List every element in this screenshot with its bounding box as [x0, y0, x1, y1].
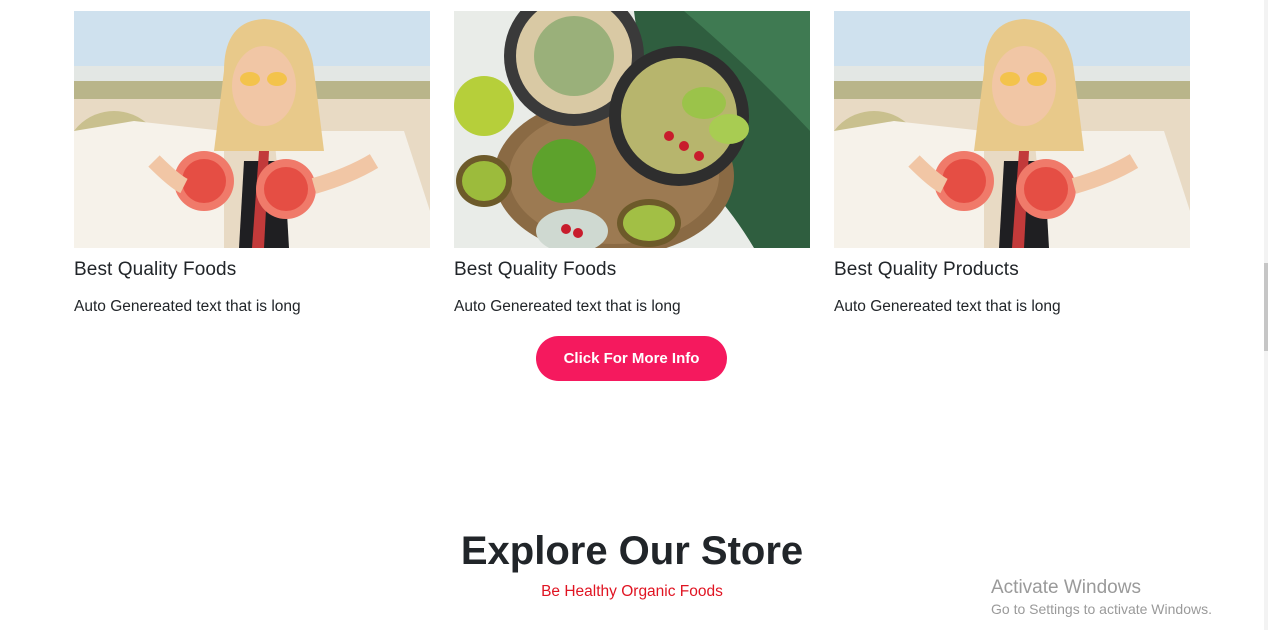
product-card-text: Auto Genereated text that is long — [454, 298, 681, 315]
scrollbar[interactable] — [1264, 0, 1268, 630]
product-cards: Best Quality Foods Auto Genereated text … — [74, 11, 1190, 317]
scrollbar-thumb[interactable] — [1264, 263, 1268, 351]
product-card-title: Best Quality Foods — [74, 259, 237, 280]
product-card: Best Quality Foods Auto Genereated text … — [74, 11, 430, 317]
watermark-subtitle: Go to Settings to activate Windows. — [991, 601, 1212, 617]
more-info-button[interactable]: Click For More Info — [536, 336, 727, 381]
product-card-image — [74, 11, 430, 248]
product-card-image — [454, 11, 810, 248]
product-card-text: Auto Genereated text that is long — [834, 298, 1061, 315]
product-card: Best Quality Products Auto Genereated te… — [834, 11, 1190, 317]
product-card-title: Best Quality Products — [834, 259, 1019, 280]
product-card-text: Auto Genereated text that is long — [74, 298, 301, 315]
product-card: Best Quality Foods Auto Genereated text … — [454, 11, 810, 317]
product-card-title: Best Quality Foods — [454, 259, 617, 280]
watermark-title: Activate Windows — [991, 577, 1141, 598]
store-heading: Explore Our Store — [460, 529, 804, 573]
product-card-image — [834, 11, 1190, 248]
activate-windows-watermark: Activate Windows Go to Settings to activ… — [991, 576, 1212, 618]
